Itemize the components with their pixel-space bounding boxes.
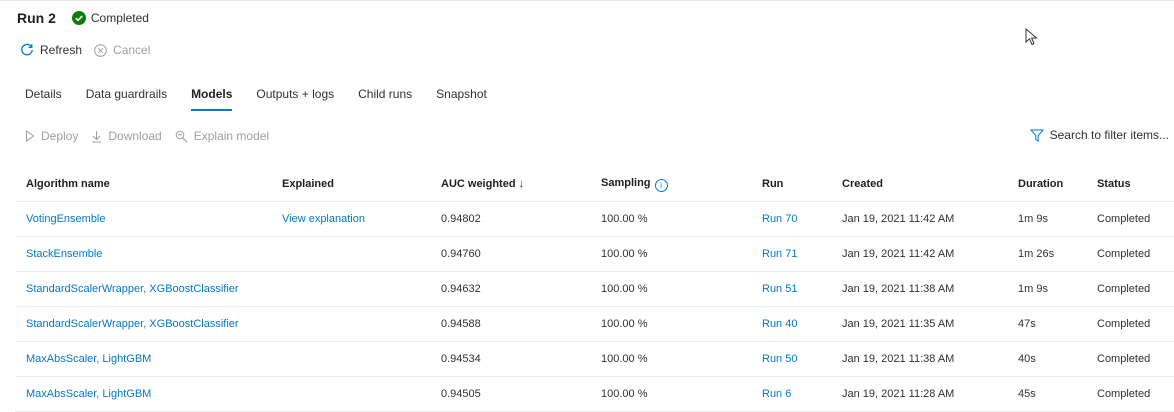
sampling-value: 100.00 % — [601, 283, 648, 295]
col-explained[interactable]: Explained — [282, 178, 334, 190]
algorithm-link[interactable]: StandardScalerWrapper, XGBoostClassifier — [26, 283, 239, 295]
run-header: Run 2 Completed — [17, 10, 149, 26]
command-bar: Refresh Cancel — [20, 43, 162, 57]
created-value: Jan 19, 2021 11:35 AM — [842, 318, 955, 330]
run-link[interactable]: Run 70 — [762, 213, 797, 225]
refresh-label: Refresh — [40, 43, 83, 57]
col-status[interactable]: Status — [1097, 178, 1131, 190]
table-row[interactable]: StackEnsemble 0.94760 100.00 % Run 71 Ja… — [15, 237, 1174, 272]
refresh-icon — [21, 43, 33, 56]
tab-bar: Details Data guardrails Models Outputs +… — [25, 87, 511, 111]
cancel-label: Cancel — [113, 43, 151, 57]
col-sampling[interactable]: Sampling i — [601, 177, 668, 192]
table-header: Algorithm name Explained AUC weighted ↓ … — [15, 167, 1174, 202]
auc-value: 0.94760 — [441, 248, 481, 260]
sampling-value: 100.00 % — [601, 213, 648, 225]
status-value: Completed — [1097, 283, 1151, 295]
view-explanation-link[interactable]: View explanation — [282, 213, 365, 225]
filter-icon — [1029, 129, 1044, 142]
duration-value: 40s — [1018, 353, 1036, 365]
top-border — [0, 0, 1174, 1]
auc-value: 0.94632 — [441, 283, 481, 295]
col-run[interactable]: Run — [762, 178, 783, 190]
explain-icon — [175, 130, 188, 142]
page-title: Run 2 — [17, 10, 56, 26]
duration-value: 47s — [1018, 318, 1036, 330]
algorithm-link[interactable]: MaxAbsScaler, LightGBM — [26, 353, 151, 365]
sampling-value: 100.00 % — [601, 318, 648, 330]
run-link[interactable]: Run 51 — [762, 283, 797, 295]
auc-value: 0.94505 — [441, 388, 481, 400]
status-value: Completed — [1097, 388, 1151, 400]
run-link[interactable]: Run 40 — [762, 318, 797, 330]
run-link[interactable]: Run 71 — [762, 248, 797, 260]
algorithm-link[interactable]: StandardScalerWrapper, XGBoostClassifier — [26, 318, 239, 330]
status-badge: Completed — [90, 11, 149, 25]
auc-value: 0.94802 — [441, 213, 481, 225]
algorithm-link[interactable]: StackEnsemble — [26, 248, 102, 260]
sampling-value: 100.00 % — [601, 388, 648, 400]
col-algorithm-name[interactable]: Algorithm name — [26, 178, 110, 190]
deploy-button[interactable]: Deploy — [25, 129, 78, 143]
table-row[interactable]: MaxAbsScaler, LightGBM 0.94534 100.00 % … — [15, 342, 1174, 377]
run-link[interactable]: Run 50 — [762, 353, 797, 365]
filter-search[interactable]: Search to filter items... — [1029, 128, 1169, 142]
created-value: Jan 19, 2021 11:28 AM — [842, 388, 955, 400]
col-duration[interactable]: Duration — [1018, 178, 1063, 190]
status-value: Completed — [1097, 318, 1151, 330]
cancel-button[interactable]: Cancel — [94, 43, 150, 57]
created-value: Jan 19, 2021 11:38 AM — [842, 283, 955, 295]
run-link[interactable]: Run 6 — [762, 388, 791, 400]
cancel-icon — [94, 43, 107, 57]
created-value: Jan 19, 2021 11:38 AM — [842, 353, 955, 365]
sampling-value: 100.00 % — [601, 248, 648, 260]
duration-value: 1m 9s — [1018, 213, 1048, 225]
models-toolbar: Deploy Download Explain model — [25, 129, 282, 143]
tab-details[interactable]: Details — [25, 87, 62, 111]
explain-model-button[interactable]: Explain model — [175, 129, 269, 143]
col-created[interactable]: Created — [842, 178, 883, 190]
auc-value: 0.94534 — [441, 353, 481, 365]
status-value: Completed — [1097, 353, 1151, 365]
info-icon[interactable]: i — [654, 178, 668, 192]
status-value: Completed — [1097, 213, 1151, 225]
table-row[interactable]: MaxAbsScaler, LightGBM 0.94505 100.00 % … — [15, 377, 1174, 412]
duration-value: 45s — [1018, 388, 1036, 400]
col-sampling-label: Sampling — [601, 176, 651, 189]
algorithm-link[interactable]: MaxAbsScaler, LightGBM — [26, 388, 151, 400]
check-circle-icon — [71, 11, 86, 25]
created-value: Jan 19, 2021 11:42 AM — [842, 213, 955, 225]
tab-outputs-logs[interactable]: Outputs + logs — [256, 87, 334, 111]
tab-child-runs[interactable]: Child runs — [358, 87, 412, 111]
tab-data-guardrails[interactable]: Data guardrails — [86, 87, 167, 111]
algorithm-link[interactable]: VotingEnsemble — [26, 213, 106, 225]
sampling-value: 100.00 % — [601, 353, 648, 365]
filter-placeholder: Search to filter items... — [1049, 128, 1169, 142]
duration-value: 1m 26s — [1018, 248, 1055, 260]
col-auc-label: AUC weighted — [441, 178, 516, 190]
duration-value: 1m 9s — [1018, 283, 1048, 295]
table-row[interactable]: StandardScalerWrapper, XGBoostClassifier… — [15, 307, 1174, 342]
refresh-button[interactable]: Refresh — [20, 43, 82, 57]
models-table: Algorithm name Explained AUC weighted ↓ … — [15, 167, 1174, 412]
col-auc-weighted[interactable]: AUC weighted ↓ — [441, 178, 524, 190]
created-value: Jan 19, 2021 11:42 AM — [842, 248, 955, 260]
explain-model-label: Explain model — [193, 129, 270, 143]
tab-models[interactable]: Models — [191, 87, 233, 111]
status-value: Completed — [1097, 248, 1151, 260]
download-label: Download — [108, 129, 162, 143]
sort-descending-icon: ↓ — [518, 178, 525, 190]
auc-value: 0.94588 — [441, 318, 481, 330]
table-row[interactable]: StandardScalerWrapper, XGBoostClassifier… — [15, 272, 1174, 307]
play-icon — [26, 130, 35, 142]
table-row[interactable]: VotingEnsemble View explanation 0.94802 … — [15, 202, 1174, 237]
mouse-pointer-icon — [1025, 28, 1038, 46]
download-button[interactable]: Download — [91, 129, 162, 143]
tab-snapshot[interactable]: Snapshot — [436, 87, 487, 111]
download-icon — [92, 130, 102, 142]
deploy-label: Deploy — [41, 129, 79, 143]
